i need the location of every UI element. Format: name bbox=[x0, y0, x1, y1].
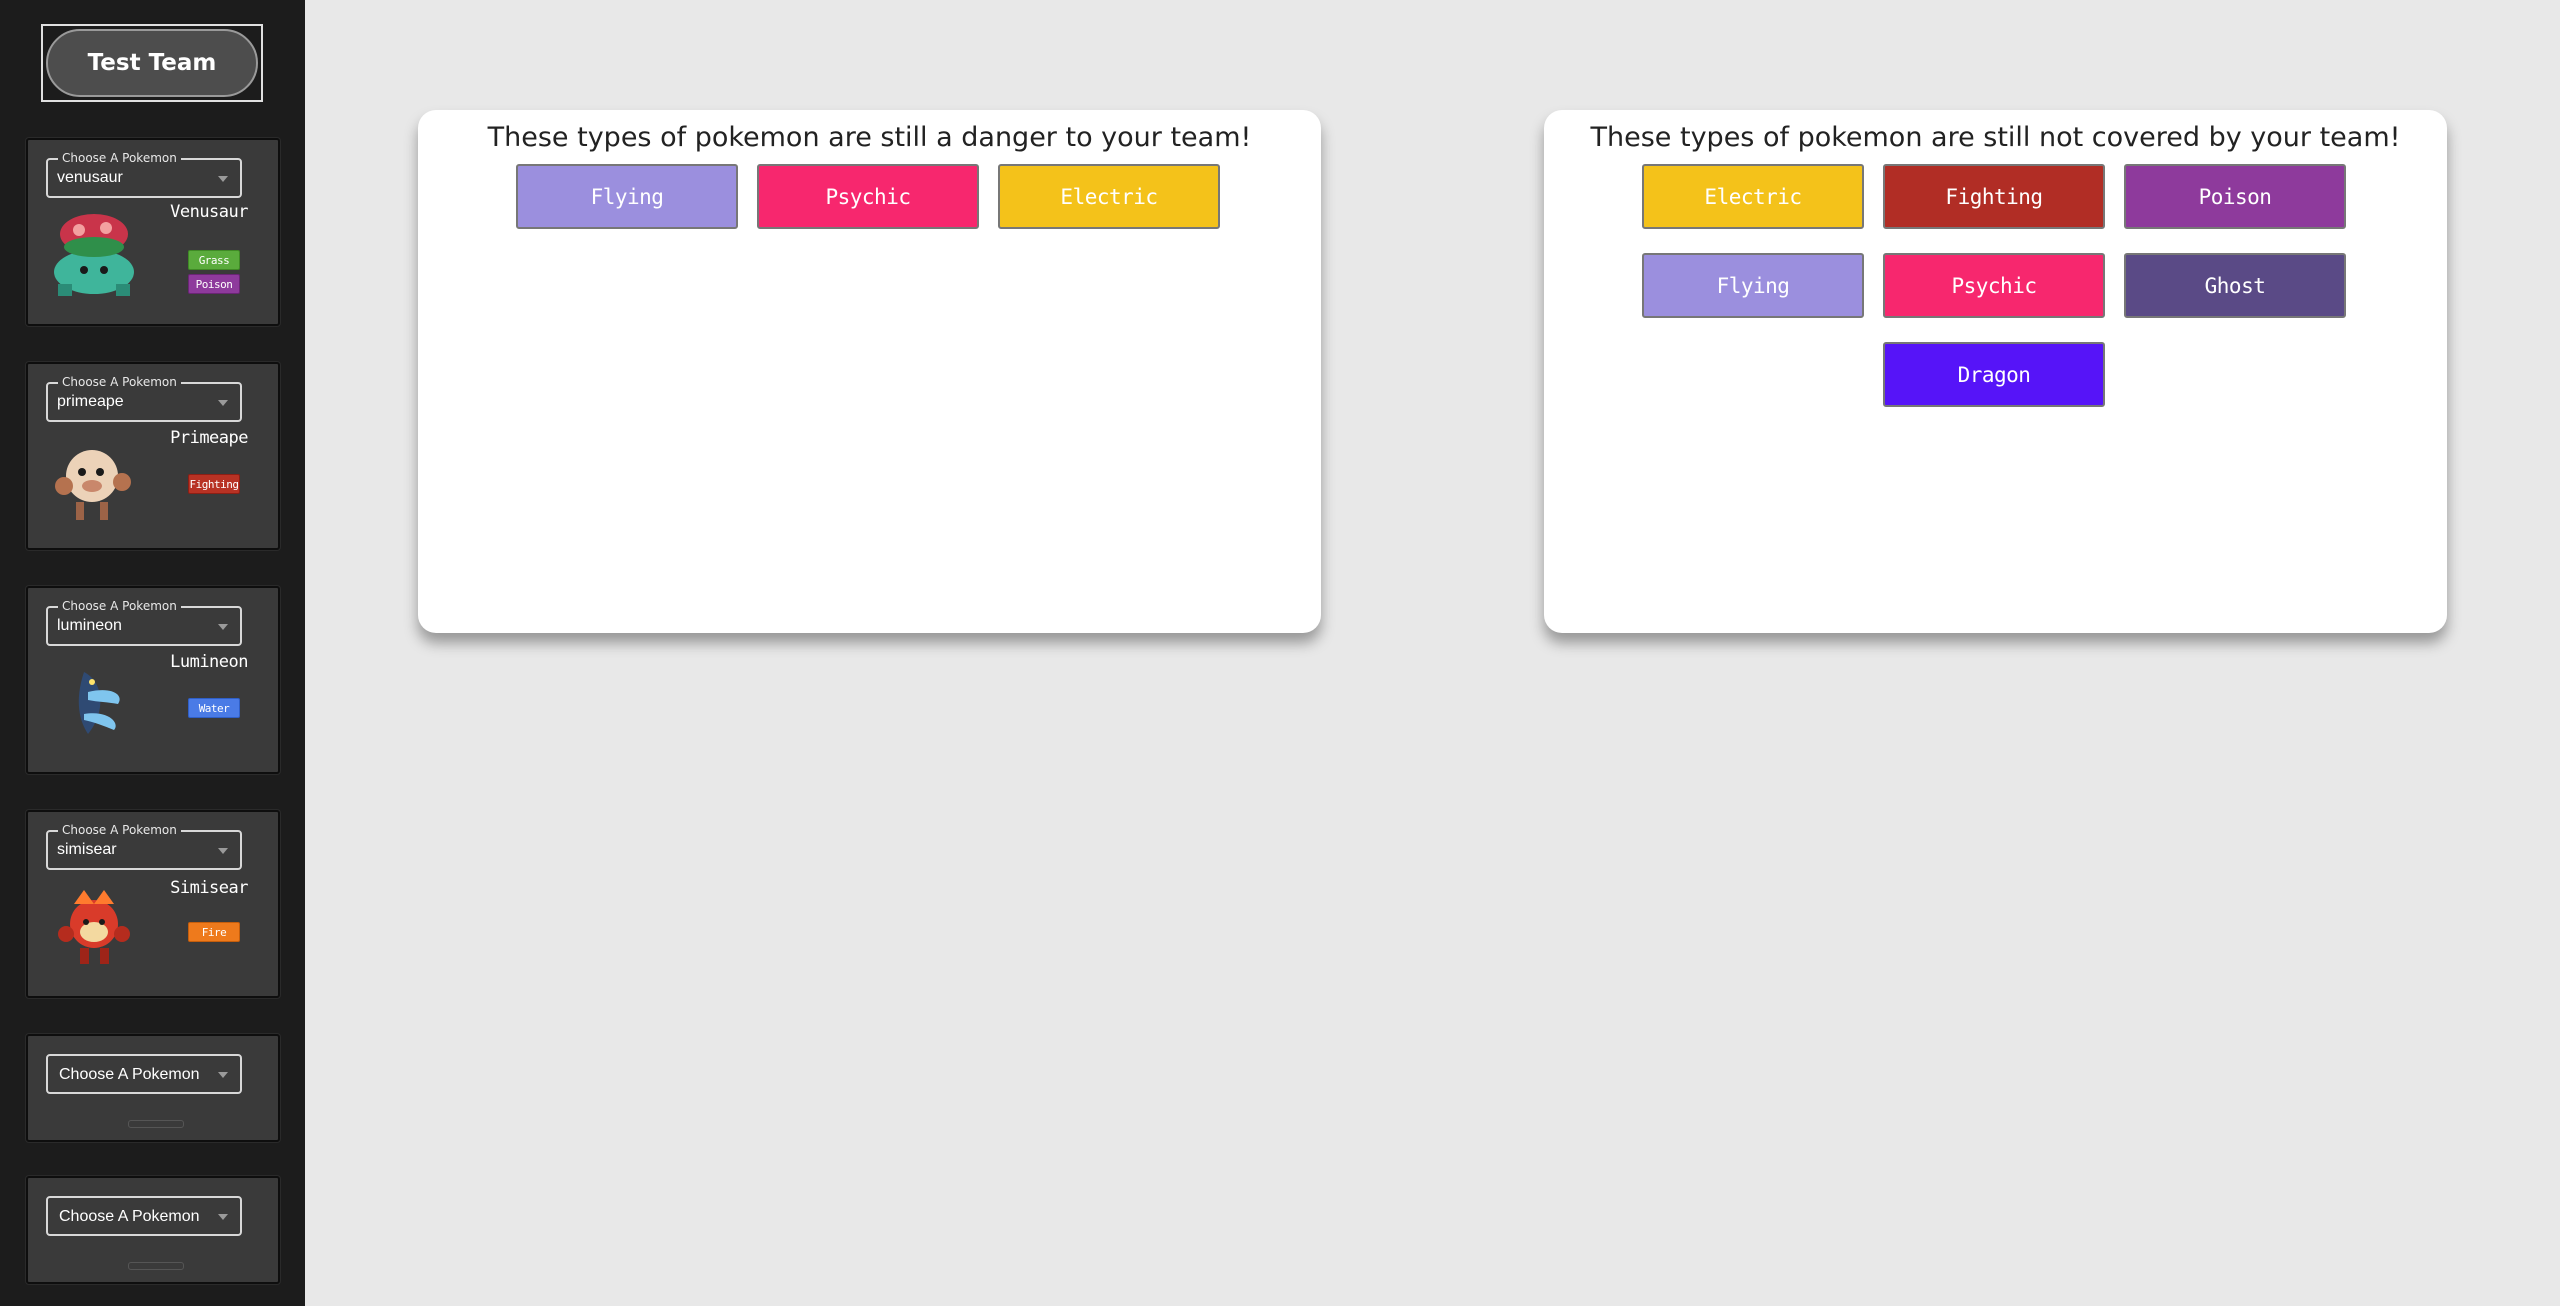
select-value: venusaur bbox=[57, 169, 123, 186]
select-legend: Choose A Pokemon bbox=[58, 822, 181, 838]
primeape-sprite bbox=[55, 450, 131, 520]
type-badge-poison: Poison bbox=[188, 274, 240, 294]
team-slot-6: Choose A Pokemon bbox=[26, 1176, 280, 1284]
type-button-fighting[interactable]: Fighting bbox=[1883, 164, 2105, 229]
chevron-down-icon bbox=[218, 624, 228, 630]
team-slot-4: Choose A Pokemon simisear Simisear Fire bbox=[26, 810, 280, 998]
select-legend: Choose A Pokemon bbox=[58, 598, 181, 614]
coverage-panel-title: These types of pokemon are still not cov… bbox=[1590, 122, 2401, 153]
select-legend: Choose A Pokemon bbox=[58, 374, 181, 390]
type-button-electric[interactable]: Electric bbox=[998, 164, 1220, 229]
type-badge-grass: Grass bbox=[188, 250, 240, 270]
pokemon-name: Lumineon bbox=[170, 652, 248, 672]
venusaur-sprite bbox=[54, 214, 134, 296]
type-badge-water: Water bbox=[188, 698, 240, 718]
coverage-panel: These types of pokemon are still not cov… bbox=[1544, 110, 2447, 633]
empty-slot-indicator bbox=[128, 1120, 184, 1128]
pokemon-select[interactable]: Choose A Pokemon simisear bbox=[46, 822, 242, 870]
select-value: lumineon bbox=[57, 617, 122, 634]
team-slot-2: Choose A Pokemon primeape Primeape Fight… bbox=[26, 362, 280, 550]
type-badge-fire: Fire bbox=[188, 922, 240, 942]
chevron-down-icon bbox=[218, 1214, 228, 1220]
chevron-down-icon bbox=[218, 400, 228, 406]
pokemon-name: Venusaur bbox=[170, 202, 248, 222]
pokemon-name: Simisear bbox=[170, 878, 248, 898]
pokemon-select[interactable]: Choose A Pokemon venusaur bbox=[46, 150, 242, 198]
team-sidebar: Test Team Choose A Pokemon venusaur Venu… bbox=[0, 0, 305, 1306]
pokemon-select[interactable]: Choose A Pokemon bbox=[46, 1196, 242, 1236]
type-button-poison[interactable]: Poison bbox=[2124, 164, 2346, 229]
type-button-psychic[interactable]: Psychic bbox=[1883, 253, 2105, 318]
team-name-button[interactable]: Test Team bbox=[41, 24, 263, 102]
pokemon-select[interactable]: Choose A Pokemon primeape bbox=[46, 374, 242, 422]
chevron-down-icon bbox=[218, 1072, 228, 1078]
danger-panel: These types of pokemon are still a dange… bbox=[418, 110, 1321, 633]
chevron-down-icon bbox=[218, 848, 228, 854]
select-value: primeape bbox=[57, 393, 124, 410]
danger-panel-title: These types of pokemon are still a dange… bbox=[487, 122, 1252, 153]
team-slot-3: Choose A Pokemon lumineon Lumineon Water bbox=[26, 586, 280, 774]
type-button-flying[interactable]: Flying bbox=[1642, 253, 1864, 318]
lumineon-sprite bbox=[78, 672, 120, 734]
pokemon-select[interactable]: Choose A Pokemon lumineon bbox=[46, 598, 242, 646]
type-button-psychic[interactable]: Psychic bbox=[757, 164, 979, 229]
team-slot-5: Choose A Pokemon bbox=[26, 1034, 280, 1142]
select-value: simisear bbox=[57, 841, 117, 858]
type-button-flying[interactable]: Flying bbox=[516, 164, 738, 229]
type-button-ghost[interactable]: Ghost bbox=[2124, 253, 2346, 318]
empty-slot-indicator bbox=[128, 1262, 184, 1270]
team-slot-1: Choose A Pokemon venusaur Venusaur Grass… bbox=[26, 138, 280, 326]
type-button-electric[interactable]: Electric bbox=[1642, 164, 1864, 229]
select-legend: Choose A Pokemon bbox=[58, 150, 181, 166]
pokemon-name: Primeape bbox=[170, 428, 248, 448]
select-placeholder: Choose A Pokemon bbox=[59, 1066, 200, 1083]
type-button-dragon[interactable]: Dragon bbox=[1883, 342, 2105, 407]
select-placeholder: Choose A Pokemon bbox=[59, 1208, 200, 1225]
pokemon-select[interactable]: Choose A Pokemon bbox=[46, 1054, 242, 1094]
type-badge-fighting: Fighting bbox=[188, 474, 240, 494]
team-name-label: Test Team bbox=[46, 29, 258, 97]
chevron-down-icon bbox=[218, 176, 228, 182]
simisear-sprite bbox=[58, 890, 130, 964]
